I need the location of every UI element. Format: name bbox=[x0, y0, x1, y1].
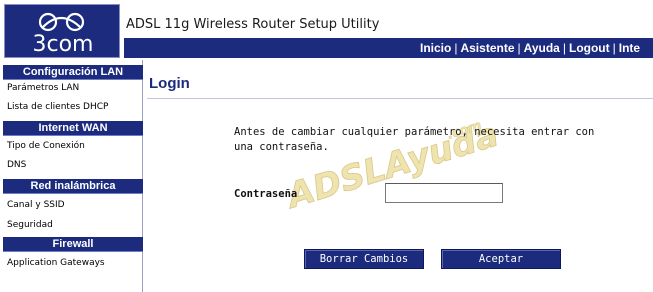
nav-internet-link[interactable]: Inte bbox=[619, 41, 640, 55]
sidebar: Configuración LAN Parámetros LAN Lista d… bbox=[2, 60, 143, 292]
sidebar-section-firewall[interactable]: Firewall bbox=[3, 237, 143, 252]
sidebar-item-parametros-lan[interactable]: Parámetros LAN bbox=[7, 83, 79, 93]
nav-logout-link[interactable]: Logout bbox=[569, 41, 610, 55]
sidebar-item-connection-type[interactable]: Tipo de Conexión bbox=[7, 141, 85, 151]
sidebar-item-dns[interactable]: DNS bbox=[7, 160, 26, 170]
title-divider bbox=[147, 98, 653, 99]
nav-asistente-link[interactable]: Asistente bbox=[460, 41, 514, 55]
accept-button[interactable]: Aceptar bbox=[441, 249, 561, 269]
sidebar-section-wan[interactable]: Internet WAN bbox=[3, 121, 143, 136]
sidebar-section-wireless[interactable]: Red inalámbrica bbox=[3, 179, 143, 194]
brand-logo: 3com bbox=[4, 4, 120, 58]
sidebar-item-channel-ssid[interactable]: Canal y SSID bbox=[7, 200, 65, 210]
clear-changes-button[interactable]: Borrar Cambios bbox=[304, 249, 424, 269]
nav-inicio-link[interactable]: Inicio bbox=[420, 41, 451, 55]
password-label: Contraseña bbox=[234, 188, 298, 200]
nav-separator: | bbox=[517, 41, 521, 55]
nav-separator: | bbox=[612, 41, 616, 55]
top-nav: Inicio | Asistente | Ayuda | Logout | Inte bbox=[420, 41, 640, 55]
login-message: Antes de cambiar cualquier parámetro, ne… bbox=[234, 126, 595, 153]
sidebar-item-dhcp-clients[interactable]: Lista de clientes DHCP bbox=[7, 102, 108, 112]
3com-logo-icon bbox=[38, 12, 85, 32]
sidebar-item-security[interactable]: Seguridad bbox=[7, 220, 53, 230]
password-input[interactable] bbox=[385, 183, 503, 203]
sidebar-item-app-gateways[interactable]: Application Gateways bbox=[7, 258, 105, 268]
sidebar-section-lan[interactable]: Configuración LAN bbox=[3, 65, 143, 80]
page-title: Login bbox=[149, 75, 190, 92]
nav-ayuda-link[interactable]: Ayuda bbox=[524, 41, 560, 55]
nav-separator: | bbox=[562, 41, 566, 55]
app-title: ADSL 11g Wireless Router Setup Utility bbox=[126, 17, 380, 32]
brand-name: 3com bbox=[32, 32, 94, 57]
